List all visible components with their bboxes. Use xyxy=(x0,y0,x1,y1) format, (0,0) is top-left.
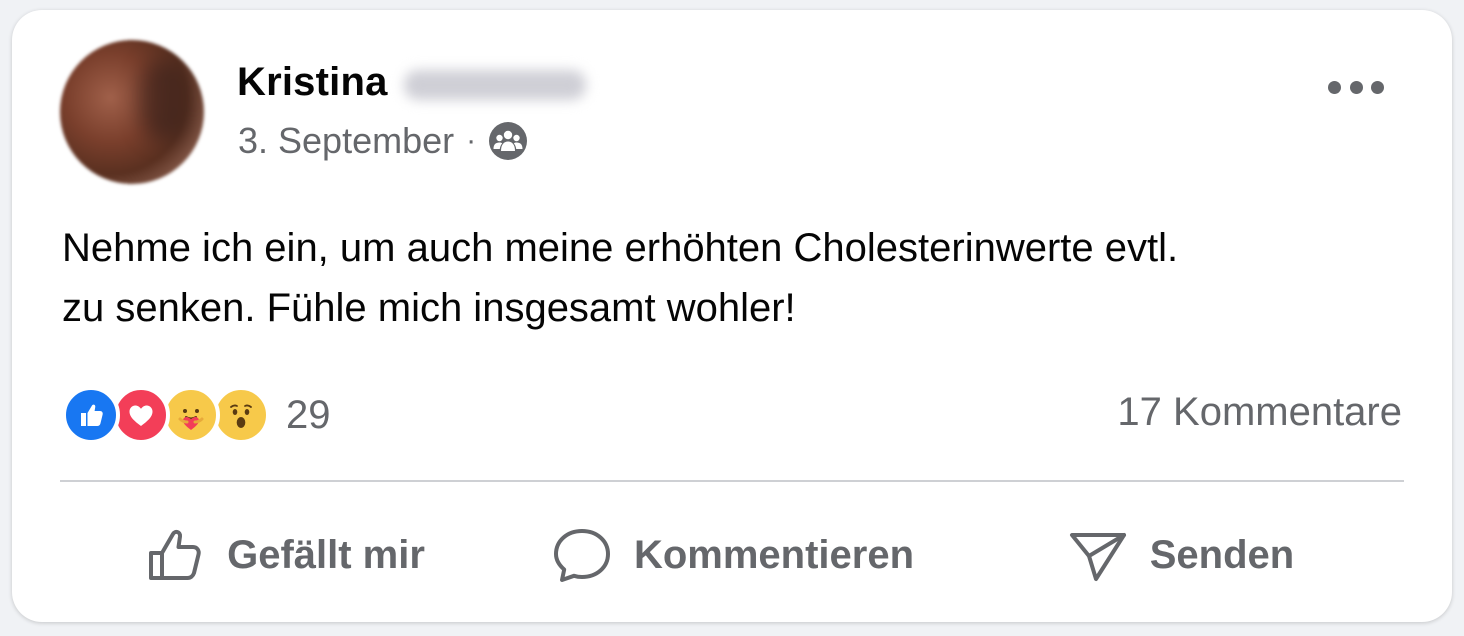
comment-bubble-icon xyxy=(553,529,610,582)
comment-button-label: Kommentieren xyxy=(633,532,915,577)
comment-button[interactable]: Kommentieren xyxy=(508,510,956,600)
friends-group-icon[interactable] xyxy=(488,121,528,161)
comments-count-link[interactable]: 17 Kommentare xyxy=(1117,390,1402,435)
more-dot-icon xyxy=(1349,80,1363,94)
author-name[interactable]: Kristina xyxy=(237,60,388,105)
author-surname-blurred xyxy=(403,69,586,100)
author-avatar[interactable] xyxy=(60,40,204,184)
like-button-label: Gefällt mir xyxy=(227,532,425,577)
reaction-count[interactable]: 29 xyxy=(286,393,331,438)
post-text-line: Nehme ich ein, um auch meine erhöhten Ch… xyxy=(62,226,1179,270)
post-text-line: zu senken. Fühle mich insgesamt wohler! xyxy=(62,286,796,330)
share-button-label: Senden xyxy=(1149,532,1295,577)
meta-separator: · xyxy=(466,124,477,157)
wow-reaction-icon xyxy=(212,386,270,444)
like-reaction-icon xyxy=(62,386,120,444)
send-icon xyxy=(1069,533,1126,581)
more-options-button[interactable] xyxy=(1328,72,1384,102)
post-date[interactable]: 3. September xyxy=(238,120,454,162)
post-card: Kristina 3. September · Nehme ich ein, u… xyxy=(12,10,1452,622)
thumbs-up-icon xyxy=(149,529,201,580)
reactions-summary[interactable]: 29 xyxy=(62,386,331,444)
share-button[interactable]: Senden xyxy=(956,510,1404,600)
author-header: Kristina xyxy=(237,60,586,105)
action-divider xyxy=(60,480,1404,482)
love-reaction-icon xyxy=(112,386,170,444)
action-bar: Gefällt mir Kommentieren Senden xyxy=(60,510,1404,600)
care-reaction-icon xyxy=(162,386,220,444)
like-button[interactable]: Gefällt mir xyxy=(60,510,508,600)
post-text: Nehme ich ein, um auch meine erhöhten Ch… xyxy=(62,218,1402,338)
more-dot-icon xyxy=(1371,80,1384,94)
more-dot-icon xyxy=(1328,80,1341,94)
post-meta: 3. September · xyxy=(238,120,528,162)
